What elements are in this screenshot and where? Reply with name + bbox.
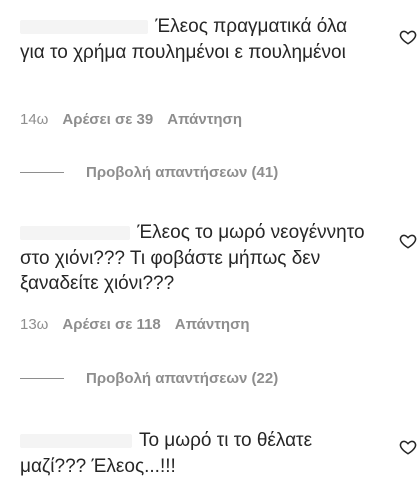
comment-age: 14ω xyxy=(20,111,49,128)
comment-text: Έλεος το μωρό νεογέννητο στο χιόνι??? Τι… xyxy=(20,220,375,297)
comment-2: Έλεος το μωρό νεογέννητο στο χιόνι??? Τι… xyxy=(20,220,410,297)
reply-button[interactable]: Απάντηση xyxy=(167,111,242,128)
comment-1-meta: 14ω Αρέσει σε 39 Απάντηση xyxy=(20,111,242,128)
comment-2-meta: 13ω Αρέσει σε 118 Απάντηση xyxy=(20,316,250,333)
comment-3: Το μωρό τι το θέλατε μαζί??? Έλεος...!!! xyxy=(20,428,410,479)
view-replies-label: Προβολή απαντήσεων (41) xyxy=(86,164,279,181)
username-redacted xyxy=(20,433,132,448)
username-redacted xyxy=(20,225,130,240)
divider-line xyxy=(20,378,64,379)
likes-count[interactable]: Αρέσει σε 118 xyxy=(62,316,160,333)
view-replies-button[interactable]: Προβολή απαντήσεων (22) xyxy=(20,370,278,387)
like-comment-2-button[interactable] xyxy=(398,231,418,251)
divider-line xyxy=(20,172,64,173)
heart-icon xyxy=(399,440,417,455)
username-redacted xyxy=(20,19,148,34)
comment-text: Έλεος πραγματικά όλα για το χρήμα πουλημ… xyxy=(20,14,375,65)
likes-count[interactable]: Αρέσει σε 39 xyxy=(62,111,153,128)
comment-1: Έλεος πραγματικά όλα για το χρήμα πουλημ… xyxy=(20,14,410,65)
view-replies-button[interactable]: Προβολή απαντήσεων (41) xyxy=(20,164,278,181)
reply-button[interactable]: Απάντηση xyxy=(175,316,250,333)
heart-icon xyxy=(399,30,417,45)
heart-icon xyxy=(399,234,417,249)
comment-age: 13ω xyxy=(20,316,49,333)
comment-text: Το μωρό τι το θέλατε μαζί??? Έλεος...!!! xyxy=(20,428,375,479)
like-comment-1-button[interactable] xyxy=(398,27,418,47)
view-replies-label: Προβολή απαντήσεων (22) xyxy=(86,370,279,387)
like-comment-3-button[interactable] xyxy=(398,437,418,457)
